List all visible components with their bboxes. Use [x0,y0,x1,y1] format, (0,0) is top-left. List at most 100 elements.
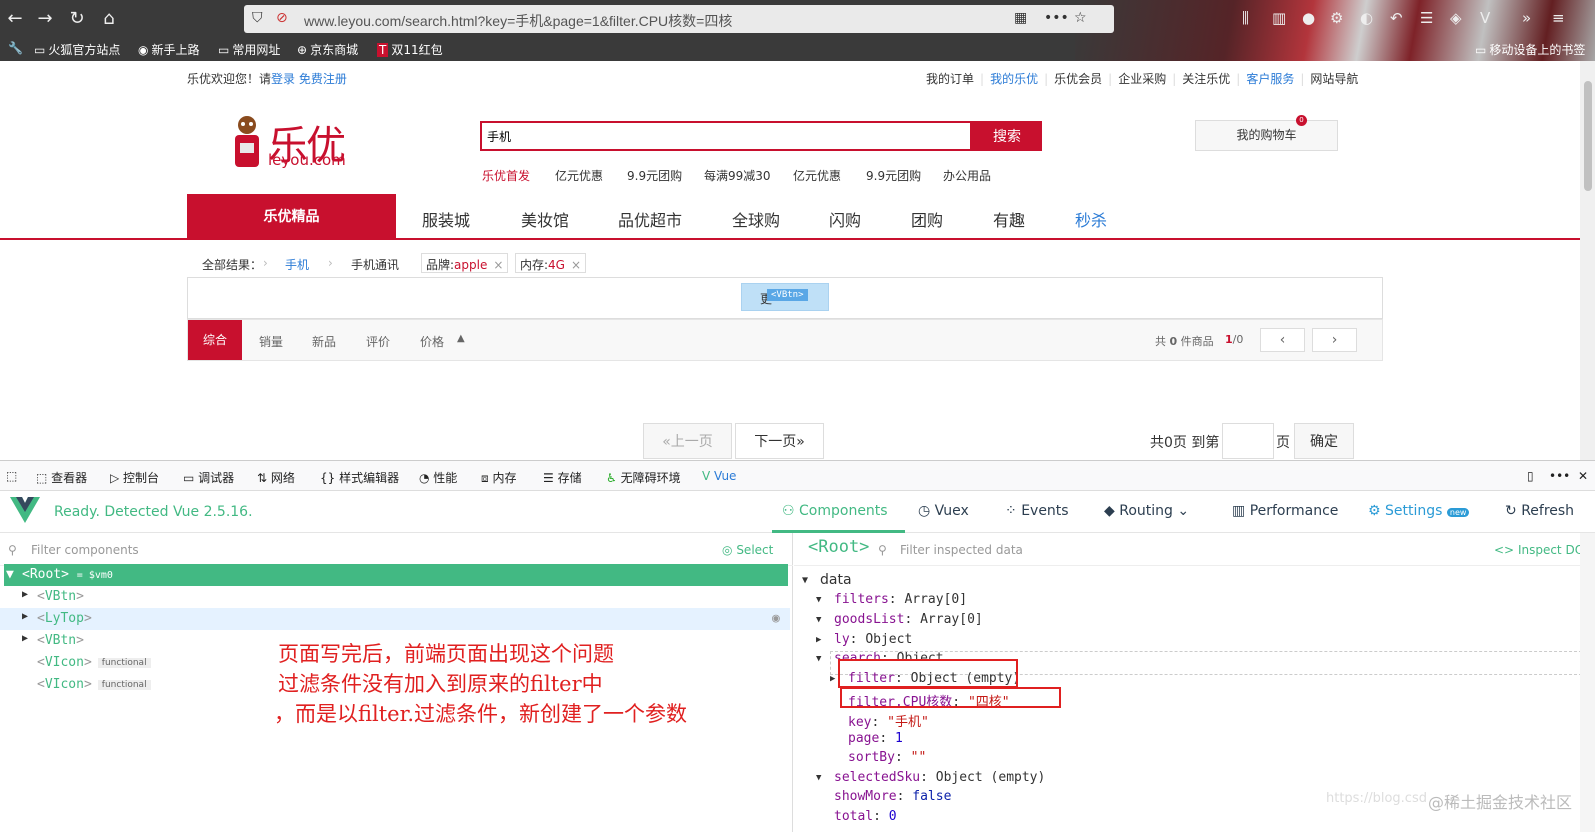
hot-word[interactable]: 乐优首发 [482,167,530,184]
data-row[interactable]: sortBy: "" [848,750,926,765]
cart-button[interactable]: 我的购物车 0 [1195,115,1338,151]
bookmark-newbie[interactable]: ◉ 新手上路 [138,41,200,58]
hot-word[interactable]: 每满99减30 [704,167,771,184]
pick-element-icon[interactable]: ⬚ [6,469,17,483]
dock-icon[interactable]: ▯ [1527,469,1534,483]
nav-item[interactable]: 全球购 [732,207,780,231]
login-link[interactable]: 登录 [271,72,295,86]
top-link[interactable]: 企业采购 [1118,72,1166,86]
url-bar[interactable]: ⛉ ⊘ www.leyou.com/search.html?key=手机&pag… [244,5,1114,33]
top-link[interactable]: 网站导航 [1310,72,1358,86]
vue-tab-refresh[interactable]: ↻ Refresh [1505,503,1574,519]
note-icon[interactable]: ☰ [1420,9,1433,27]
vue-tab-routing[interactable]: ◆ Routing ⌄ [1104,503,1189,519]
vue-tab-settings[interactable]: ⚙ Settings new [1368,503,1470,519]
data-row[interactable]: filters: Array[0] [834,592,967,607]
vue-tab-vuex[interactable]: ◷ Vuex [918,503,969,519]
more-icon[interactable]: ••• [1549,469,1570,483]
root-crumb[interactable]: <Root> [808,537,869,557]
caret-down-icon[interactable]: ▼ [802,575,808,586]
tab-network[interactable]: ⇅ 网络 [257,469,295,486]
wrench-icon[interactable]: 🔧 [8,41,23,55]
bookmark-double11[interactable]: T 双11红包 [377,41,443,58]
nav-item-seckill[interactable]: 秒杀 [1075,207,1107,231]
data-row[interactable]: goodsList: Array[0] [834,612,983,627]
top-link[interactable]: 我的乐优 [990,72,1038,86]
filter-components-input[interactable]: Filter components [31,543,139,557]
extension-icon[interactable]: ⚙ [1330,9,1343,27]
overflow-icon[interactable]: » [1522,9,1531,27]
hot-word[interactable]: 亿元优惠 [555,167,603,184]
sort-item[interactable]: 新品 [312,333,336,350]
next-arrow-button[interactable]: › [1312,328,1357,352]
bookmark-firefox[interactable]: ▭ 火狐官方站点 [34,41,120,58]
eye-icon[interactable]: ◉ [772,611,780,626]
tab-inspector[interactable]: ⬚ 查看器 [36,469,87,486]
hot-word[interactable]: 9.9元团购 [627,167,682,184]
caret-right-icon[interactable]: ▶ [22,589,28,600]
back-icon[interactable]: ← [2,6,28,32]
close-icon[interactable]: × [571,258,581,272]
undo-icon[interactable]: ↶ [1390,9,1403,27]
top-link[interactable]: 关注乐优 [1182,72,1230,86]
tree-row-root[interactable]: ▼ <Root> = $vm0 [4,564,788,586]
shield-icon[interactable]: ⛉ [252,10,263,26]
nav-item[interactable]: 团购 [911,207,943,231]
nav-item[interactable]: 有趣 [993,207,1025,231]
insecure-lock-icon[interactable]: ⊘ [276,10,288,26]
tree-row[interactable]: ▶ <VBtn> [0,586,790,608]
inspector-scrollbar[interactable] [1580,533,1595,832]
caret-right-icon[interactable]: ▶ [22,611,28,622]
close-icon[interactable]: ✕ [1578,469,1588,483]
caret-right-icon[interactable]: ▶ [22,633,28,644]
sort-item[interactable]: 销量 [259,333,283,350]
caret-right-icon[interactable]: ▶ [830,674,835,684]
hot-word[interactable]: 办公用品 [943,167,991,184]
sidebar-icon[interactable]: ▥ [1272,9,1286,27]
tree-row[interactable]: ▶ <LyTop> ◉ [0,608,790,630]
caret-down-icon[interactable]: ▼ [816,654,821,664]
tab-style-editor[interactable]: {} 样式编辑器 [320,469,399,486]
bookmark-jd[interactable]: ⊕ 京东商城 [297,41,358,58]
vue-tab-components[interactable]: ⚇ Components [782,503,888,519]
page-scrollbar[interactable] [1580,61,1595,460]
filter-tag[interactable]: 品牌:apple × [421,253,509,273]
filter-tag[interactable]: 内存:4G × [515,253,587,273]
caret-right-icon[interactable]: ▶ [816,635,821,645]
tab-memory[interactable]: ⧈ 内存 [481,469,516,486]
nav-item[interactable]: 美妆馆 [521,207,569,231]
search-input-wrap[interactable] [480,121,972,151]
data-row[interactable]: selectedSku: Object (empty) [834,770,1045,785]
caret-down-icon[interactable]: ▼ [816,595,821,605]
reload-icon[interactable]: ↻ [64,6,90,32]
sort-item-price[interactable]: 价格 [420,333,444,350]
data-row[interactable]: key: "手机" [848,711,929,730]
page-number-input[interactable] [1222,423,1274,459]
tab-debugger[interactable]: ▭ 调试器 [183,469,234,486]
translate-icon[interactable]: ◈ [1450,9,1462,27]
mobile-bookmarks[interactable]: ▭ 移动设备上的书签 [1475,41,1585,58]
caret-down-icon[interactable]: ▼ [6,567,14,582]
crumb-phone[interactable]: 手机 [285,256,309,273]
forward-icon[interactable]: → [32,6,58,32]
caret-down-icon[interactable]: ▼ [816,615,821,625]
vue-tab-performance[interactable]: ▥ Performance [1232,503,1338,519]
url-text[interactable]: www.leyou.com/search.html?key=手机&page=1&… [304,11,732,31]
more-button-highlight[interactable]: 更 <VBtn> [741,283,829,311]
nav-item[interactable]: 品优超市 [618,207,682,231]
next-page-button[interactable]: 下一页» [735,423,824,459]
account-icon[interactable]: ● [1302,9,1315,27]
filter-data-input[interactable]: Filter inspected data [900,543,1023,557]
top-link[interactable]: 客户服务 [1246,72,1294,86]
data-row[interactable]: total: 0 [834,809,897,824]
home-icon[interactable]: ⌂ [96,6,122,32]
caret-down-icon[interactable]: ▼ [816,773,821,783]
top-link[interactable]: 乐优会员 [1054,72,1102,86]
top-link[interactable]: 我的订单 [926,72,974,86]
star-icon[interactable]: ☆ [1074,10,1087,26]
search-button[interactable]: 搜索 [972,121,1042,151]
data-row[interactable]: ly: Object [834,632,912,647]
prev-arrow-button[interactable]: ‹ [1260,328,1305,352]
menu-icon[interactable]: ≡ [1552,9,1565,27]
prev-page-button[interactable]: «上一页 [643,423,732,459]
